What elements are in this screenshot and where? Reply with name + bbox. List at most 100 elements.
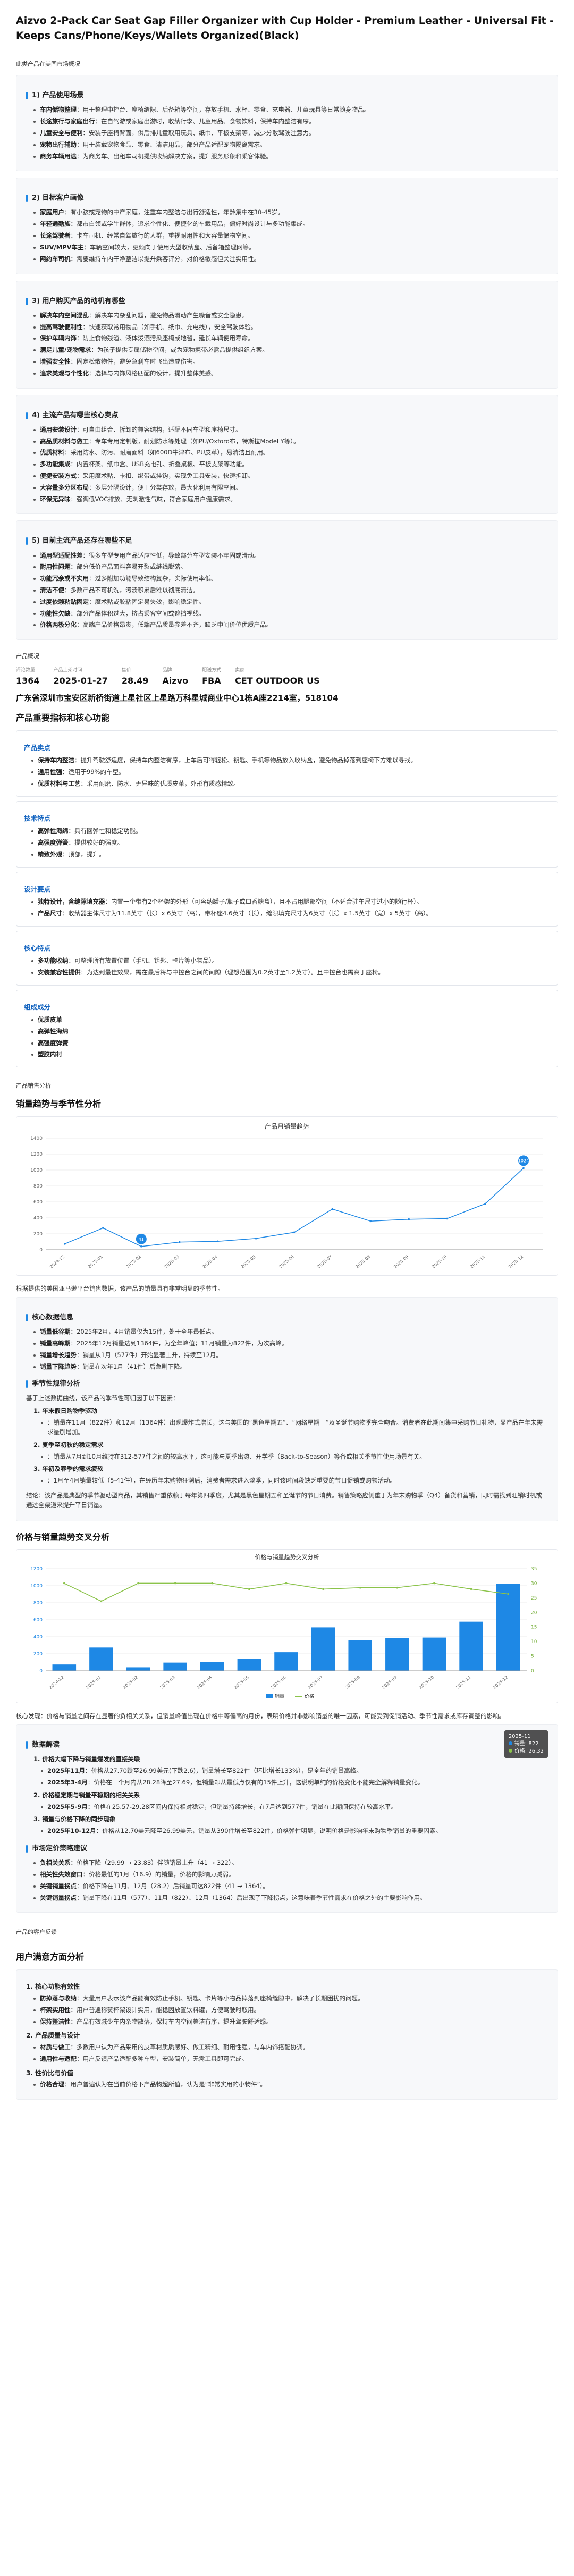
list-item: 独特设计，含缝隙填充器：内置一个带有2个杯架的外形（可容纳罐子/瓶子或口香糖盒）… [31, 897, 550, 907]
item-value: 多数产品不可机洗，污渍积累后难以彻底清洁。 [70, 586, 199, 594]
item-separator: ： [62, 909, 69, 917]
item-separator: ： [77, 472, 83, 479]
data-point [293, 1231, 296, 1234]
tooltip-price: 价格: 26.32 [514, 1748, 544, 1755]
x-tick-label: 2025-08 [354, 1255, 371, 1269]
y-tick-label: 200 [33, 1232, 43, 1237]
item-value: 高端产品价格昂贵，低端产品质量参差不齐，缺乏中间价位优质产品。 [82, 621, 273, 629]
heading-bar [26, 1741, 28, 1749]
list-item: 满足儿童/宠物需求：为孩子提供专属储物空间，或为宠物携带必需品提供组织方案。 [33, 346, 548, 355]
price-point [248, 1588, 250, 1590]
item-key: 2025年11月 [47, 1767, 86, 1775]
price-sales-chart-svg: 价格与销量趋势交叉分析 0 200 400 600 800 1000 1200 0 5 10 15 20… [30, 1553, 537, 1699]
stat-value: 28.49 [121, 676, 149, 686]
item-key: 家庭用户 [40, 208, 64, 216]
price-line [64, 1583, 509, 1602]
data-point [522, 1167, 525, 1169]
list-item: 环保无异味：强调低VOC排放、无刺激性气味，符合家庭用户健康需求。 [33, 495, 548, 504]
item-key: 宠物出行辅助 [40, 140, 77, 148]
item-value: 价格最低的1月（16.9）的销量，价格的影响力减弱。 [89, 1871, 235, 1878]
seasonal-heading: 季节性规律分析 [32, 1380, 81, 1388]
section-list: 家庭用户：有小孩或宠物的中产家庭，注重车内整洁与出行舒适性，年龄集中在30-45… [33, 208, 548, 264]
seasonal-intro: 基于上述数据曲线，该产品的季节性可归因于以下因素： [26, 1394, 179, 1402]
x-tick-label: 2025-09 [381, 1675, 398, 1690]
seasonal-list: 1. 年末假日购物季驱动 ：销量在11月（822件）和12月（1364件）出现爆炸… [26, 1407, 548, 1486]
item-value: 过多附加功能导致结构复杂，实际使用率低。 [95, 575, 217, 583]
sales-bar [348, 1640, 373, 1671]
item-value: 销量下降在11月（577）、11月（822）、12月（1364）后出现了下降拐点… [82, 1893, 426, 1901]
item-value: 选择与内饰风格匹配的设计，提升整体美感。 [95, 369, 217, 377]
item-value: 多层分隔设计，便于分类存放，最大化利用有限空间。 [95, 483, 242, 491]
y-left-tick-label: 800 [33, 1601, 43, 1606]
price-point [507, 1593, 509, 1595]
item-value: 解决车内杂乱问题，避免物品滑动产生噪音或安全隐患。 [95, 311, 248, 319]
y-right-tick-label: 20 [531, 1611, 537, 1616]
item-key: 满足儿童/宠物需求 [40, 346, 91, 354]
y-right-tick-label: 15 [531, 1625, 537, 1630]
heading-bar [26, 1314, 28, 1322]
list-item: 通用性与适配：用户反馈产品适配多种车型，安装简单，无需工具即可完成。 [33, 2055, 548, 2064]
item-key: 安装兼容性提供 [38, 968, 81, 976]
price-point [433, 1582, 435, 1585]
sales-bar [311, 1627, 335, 1671]
item-value: 采用防水、防污、耐磨面料（如600D牛津布、PU皮革），易清洁且耐用。 [70, 449, 269, 457]
item-key: 过度依赖粘贴固定 [40, 597, 89, 605]
list-item: 提高驾驶便利性：快速获取常用物品（如手机、纸巾、充电线），安全驾驶体验。 [33, 323, 548, 332]
stat-value: 2025-01-27 [53, 676, 108, 686]
marker-label: 1024 [518, 1159, 529, 1164]
marker-label: 41 [139, 1237, 144, 1242]
list-item: 多功能收纳：可整理所有放置位置（手机、钥匙、卡片等小物品）。 [31, 956, 550, 966]
item-value: 可整理所有放置位置（手机、钥匙、卡片等小物品）。 [74, 957, 218, 965]
x-tick-label: 2025-08 [344, 1675, 361, 1690]
item-value: 为达到最佳效果，需在最后将与中控台之间的间隙（理想范围为0.2英寸至1.2英寸）… [87, 968, 384, 976]
section-list: 车内储物整理：用于整理中控台、座椅缝隙、后备箱等空间，存放手机、水杯、零食、充电… [33, 105, 548, 161]
metrics-sections: 产品卖点 保持车内整洁：提升驾驶舒适度，保持车内整洁有序，上车后可得轻松、钥匙、手… [16, 730, 558, 1068]
item-value: 为商务车、出租车司机提供收纳解决方案，提升服务形象和乘客体验。 [82, 152, 273, 160]
item-separator: ： [70, 1328, 77, 1336]
item-value: 产品有效减少车内杂物散落，保持车内空间整洁有序，提升驾驶舒适感。 [77, 2017, 272, 2025]
data-point [369, 1220, 372, 1223]
item-value: 顶部，提升。 [68, 850, 105, 858]
data-point [64, 1243, 66, 1245]
metric-heading: 产品卖点 [24, 744, 51, 752]
data-point [331, 1208, 334, 1210]
sales-trend-title: 销量趋势与季节性分析 [16, 1099, 102, 1109]
x-tick-label: 2025-07 [307, 1675, 324, 1690]
item-value: 提升驾驶舒适度，保持车内整洁有序，上车后可得轻松、钥匙、手机等物品放入收纳盒，避… [80, 756, 417, 764]
item-separator: ： [77, 1882, 83, 1890]
heading-bar [26, 92, 28, 100]
item-key: 塑胶内衬 [38, 1050, 62, 1058]
item-separator: ： [105, 898, 112, 906]
stat-value: CET OUTDOOR US [235, 676, 320, 686]
y-right-tick-label: 5 [531, 1654, 534, 1660]
sales-bar [496, 1584, 520, 1671]
x-tick-label: 2025-04 [202, 1255, 218, 1269]
item-key: 销量下降趋势 [40, 1362, 77, 1370]
y-left-tick-label: 1000 [30, 1584, 43, 1589]
sales-bar [200, 1662, 224, 1671]
item-separator: ： [80, 780, 87, 788]
list-item: 价格两极分化：高端产品价格昂贵，低端产品质量参差不齐，缺乏中间价位优质产品。 [33, 620, 548, 630]
list-item: 功能冗余或不实用：过多附加功能导致结构复杂，实际使用率低。 [33, 574, 548, 584]
item-value: 用户普遍认为在当前价格下产品物超所值，认为是“非常实用的小物件”。 [70, 2081, 266, 2089]
item-value: 适用于99%的车型。 [68, 768, 125, 776]
item-value: 用户普遍称赞杯架设计实用，能稳固放置饮料罐，方便驾驶时取用。 [77, 2006, 260, 2014]
metric-box: 核心特点 多功能收纳：可整理所有放置位置（手机、钥匙、卡片等小物品）。 安装兼容性提… [16, 930, 558, 986]
sales-bar [89, 1647, 113, 1671]
section-card: 3) 用户购买产品的动机有哪些 解决车内空间混乱：解决车内杂乱问题，避免物品滑动产… [16, 280, 558, 389]
satisfaction-card: 1. 核心功能有效性 防掉落与收纳：大量用户表示该产品能有效防止手机、钥匙、卡片等… [16, 1969, 558, 2100]
item-separator: ： [85, 1767, 91, 1775]
item-separator: ： [64, 2081, 71, 2089]
item-key: 产品尺寸 [38, 909, 62, 917]
item-key: 精致外观 [38, 850, 62, 858]
y-left-tick-label: 400 [33, 1635, 43, 1640]
x-tick-label: 2025-06 [270, 1675, 286, 1690]
list-item: 优质材料与工艺：采用耐磨、防水、无异味的优质皮革，外形有质感精致。 [31, 779, 550, 789]
list-item: 防掉落与收纳：大量用户表示该产品能有效防止手机、钥匙、卡片等小物品掉落到座椅缝隙… [33, 1994, 548, 2003]
tooltip-title: 2025-11 [508, 1733, 531, 1740]
x-tick-label: 2025-01 [87, 1255, 104, 1269]
list-item: 优质皮革 [31, 1015, 550, 1025]
item-value: 销量在次年1月（41件）后急剧下降。 [82, 1362, 186, 1370]
y-right-tick-label: 35 [531, 1567, 537, 1572]
item-key: 功能冗余或不实用 [40, 575, 89, 583]
